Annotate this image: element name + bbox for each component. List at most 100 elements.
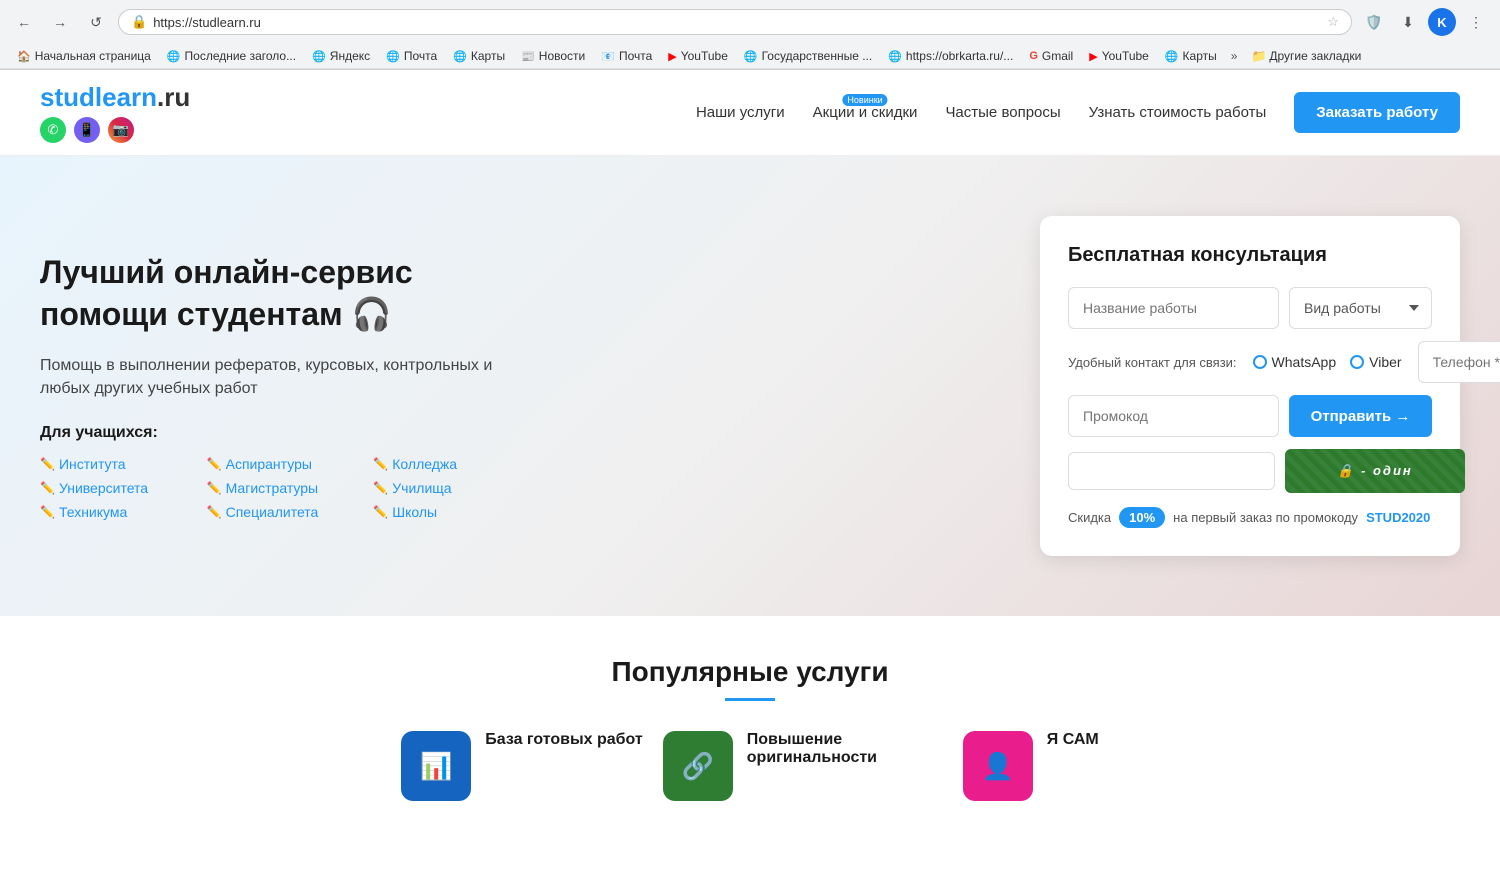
youtube-icon2: ▶ [1089, 50, 1097, 63]
refresh-button[interactable]: ↺ [82, 8, 110, 36]
hero-for-label: Для учащихся: [40, 424, 520, 442]
radio-viber[interactable]: Viber [1350, 354, 1401, 370]
bookmark-label: Яндекс [330, 49, 370, 63]
bookmark-mail[interactable]: 🌐 Почта [379, 47, 444, 65]
work-type-select[interactable]: Вид работы Реферат Курсовая Контрольная … [1289, 287, 1432, 329]
globe-icon2: 🌐 [1165, 50, 1179, 63]
promo-code-text: STUD2020 [1366, 510, 1430, 525]
radio-circle [1253, 355, 1267, 369]
list-item: Школы [373, 504, 520, 520]
logo-link[interactable]: studlearn.ru [40, 82, 190, 113]
phone-input[interactable] [1418, 341, 1500, 383]
bookmark-gov[interactable]: 🌐 Государственные ... [737, 47, 879, 65]
bookmark-obrkarta[interactable]: 🌐 https://obrkarta.ru/... [881, 47, 1020, 65]
service-name-1: Повышение оригинальности [747, 731, 943, 767]
discount-row: Скидка 10% на первый заказ по промокоду … [1068, 507, 1432, 528]
order-button[interactable]: Заказать работу [1294, 92, 1460, 133]
captcha-input[interactable] [1068, 452, 1275, 490]
address-bar: 🔒 ☆ [118, 9, 1352, 35]
social-icons: ✆ 📱 📷 [40, 117, 190, 143]
home-icon: 🏠 [17, 50, 31, 63]
list-item: Техникума [40, 504, 187, 520]
list-item: Института [40, 456, 187, 472]
list-item: Магистратуры [207, 480, 354, 496]
list-item: Колледжа [373, 456, 520, 472]
news-icon: 📰 [521, 50, 535, 63]
radio-circle2 [1350, 355, 1364, 369]
logo-text-blue: studlearn [40, 82, 157, 112]
radio-group: WhatsApp Viber [1253, 354, 1402, 370]
nav-deals[interactable]: Новинки Акции и скидки [813, 104, 918, 121]
whatsapp-label: WhatsApp [1272, 354, 1337, 370]
browser-chrome: ← → ↺ 🔒 ☆ 🛡️ ⬇ K ⋮ 🏠 Начальная страница … [0, 0, 1500, 70]
self-icon: 👤 [982, 751, 1014, 782]
other-bookmarks[interactable]: 📁 Другие закладки [1244, 47, 1368, 65]
bookmark-yandex[interactable]: 🌐 Яндекс [305, 47, 377, 65]
captcha-image: 🔒 - один [1285, 449, 1465, 493]
nav-faq-label: Частые вопросы [945, 104, 1060, 121]
youtube-icon: ▶ [668, 50, 676, 63]
main-nav: Наши услуги Новинки Акции и скидки Часты… [696, 92, 1460, 133]
hero-subtitle: Помощь в выполнении рефератов, курсовых,… [40, 355, 520, 400]
hero-list: Института Аспирантуры Колледжа Университ… [40, 456, 520, 520]
shield-icon[interactable]: 🛡️ [1360, 8, 1388, 36]
bookmark-label: YouTube [681, 49, 728, 63]
service-icon-self: 👤 [963, 731, 1033, 801]
service-card-0: 📊 База готовых работ [401, 731, 643, 801]
bookmark-news[interactable]: 📰 Новости [514, 47, 592, 65]
hero-title: Лучший онлайн-сервис помощи студентам 🎧 [40, 252, 520, 335]
radio-whatsapp[interactable]: WhatsApp [1253, 354, 1337, 370]
discount-badge: 10% [1119, 507, 1165, 528]
nav-faq[interactable]: Частые вопросы [945, 104, 1060, 121]
url-input[interactable] [153, 15, 1321, 30]
bookmark-maps[interactable]: 🌐 Карты [446, 47, 512, 65]
bookmark-youtube2[interactable]: ▶ YouTube [1082, 47, 1156, 65]
viber-icon[interactable]: 📱 [74, 117, 100, 143]
nav-services[interactable]: Наши услуги [696, 104, 785, 121]
bookmark-recent[interactable]: 🌐 Последние заголо... [160, 47, 303, 65]
bookmark-mail2[interactable]: 📧 Почта [594, 47, 659, 65]
submit-button[interactable]: Отправить → [1289, 395, 1432, 437]
service-name-2: Я САМ [1047, 731, 1099, 749]
bookmark-label: Gmail [1042, 49, 1073, 63]
captcha-row: 🔒 - один [1068, 449, 1432, 493]
forward-button[interactable]: → [46, 8, 74, 36]
gmail-icon: G [1029, 50, 1038, 62]
bookmark-youtube[interactable]: ▶ YouTube [661, 47, 735, 65]
service-info-2: Я САМ [1047, 731, 1099, 753]
work-name-input[interactable] [1068, 287, 1279, 329]
download-icon[interactable]: ⬇ [1394, 8, 1422, 36]
globe-icon: 🌐 [167, 50, 181, 63]
star-icon[interactable]: ☆ [1327, 14, 1339, 30]
other-bookmarks-label: Другие закладки [1269, 49, 1361, 63]
list-item: Университета [40, 480, 187, 496]
service-card-2: 👤 Я САМ [963, 731, 1099, 801]
bookmark-label: Последние заголо... [185, 49, 297, 63]
bookmark-label: Государственные ... [762, 49, 873, 63]
logo-area: studlearn.ru ✆ 📱 📷 [40, 82, 190, 143]
nav-price[interactable]: Узнать стоимость работы [1089, 104, 1267, 121]
bookmark-label: Карты [1183, 49, 1217, 63]
promo-input[interactable] [1068, 395, 1279, 437]
globe-icon: 🌐 [888, 50, 902, 63]
menu-button[interactable]: ⋮ [1462, 8, 1490, 36]
nav-services-label: Наши услуги [696, 104, 785, 121]
bookmark-gmail[interactable]: G Gmail [1022, 47, 1080, 65]
discount-desc: на первый заказ по промокоду [1173, 510, 1358, 525]
nav-deals-label: Акции и скидки [813, 104, 918, 121]
more-bookmarks-button[interactable]: » [1226, 47, 1243, 65]
bookmark-maps2[interactable]: 🌐 Карты [1158, 47, 1224, 65]
bookmark-label: https://obrkarta.ru/... [906, 49, 1013, 63]
service-name-0: База готовых работ [485, 731, 643, 749]
globe-icon: 🌐 [386, 50, 400, 63]
whatsapp-icon[interactable]: ✆ [40, 117, 66, 143]
contact-row: Удобный контакт для связи: WhatsApp Vibe… [1068, 341, 1432, 383]
bookmarks-bar: 🏠 Начальная страница 🌐 Последние заголо.… [0, 44, 1500, 69]
lock-icon: 🔒 [131, 14, 147, 30]
profile-button[interactable]: K [1428, 8, 1456, 36]
bookmark-home[interactable]: 🏠 Начальная страница [10, 47, 158, 65]
orig-icon: 🔗 [682, 751, 714, 782]
instagram-icon[interactable]: 📷 [108, 117, 134, 143]
service-info-1: Повышение оригинальности [747, 731, 943, 771]
back-button[interactable]: ← [10, 8, 38, 36]
